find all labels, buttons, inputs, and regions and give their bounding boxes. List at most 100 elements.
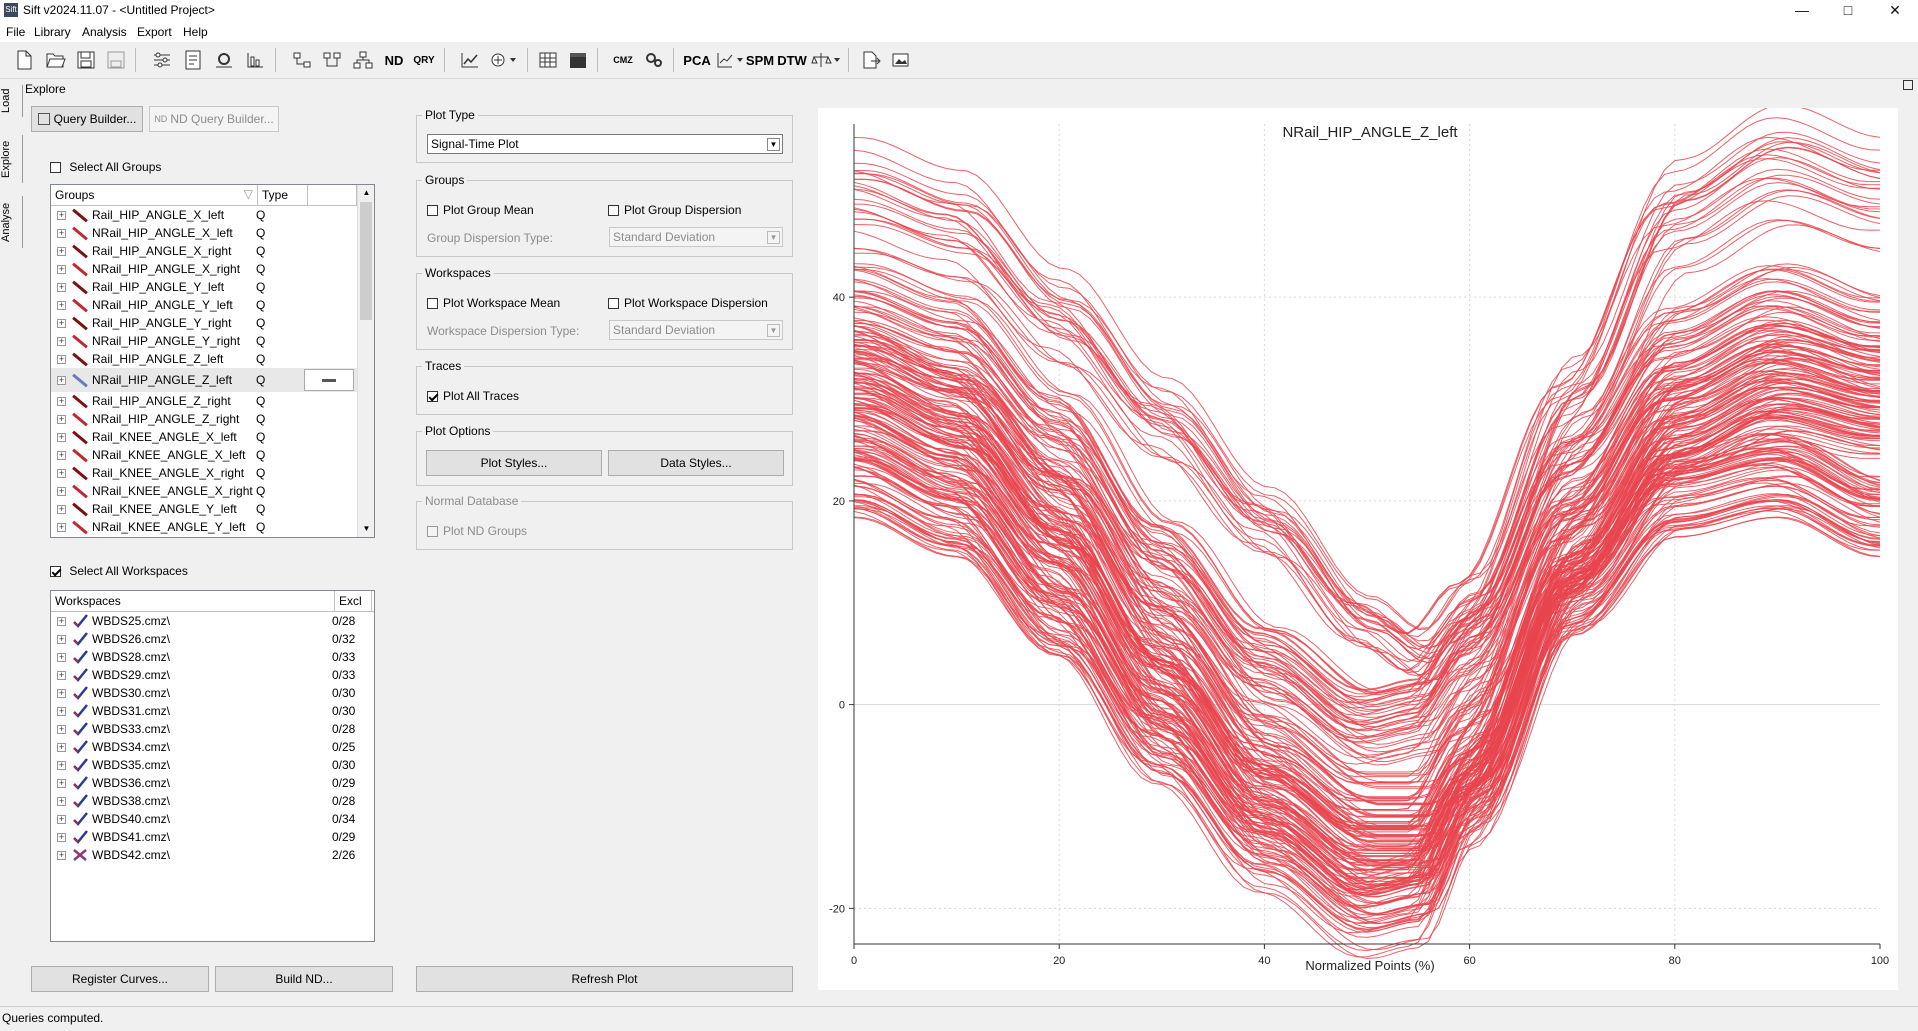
cmz-icon[interactable]: CMZ bbox=[611, 49, 635, 71]
tab-analyse[interactable]: Analyse bbox=[0, 196, 23, 248]
expand-icon[interactable]: + bbox=[57, 724, 66, 734]
scroll-up-icon[interactable]: ▲ bbox=[358, 185, 374, 201]
workspace-row[interactable]: + WBDS29.cmz\ 0/33 bbox=[51, 666, 374, 684]
maximize-button[interactable]: □ bbox=[1833, 1, 1863, 19]
expand-icon[interactable]: + bbox=[57, 228, 66, 238]
plot-workspace-dispersion[interactable]: Plot Workspace Dispersion bbox=[608, 296, 768, 310]
groups-column-header[interactable]: Groups ▽ bbox=[51, 185, 258, 205]
expand-icon[interactable]: + bbox=[57, 634, 66, 644]
group-row[interactable]: + Rail_HIP_ANGLE_Y_right Q bbox=[51, 314, 374, 332]
type-column-header[interactable]: Type bbox=[258, 185, 308, 205]
clapper-icon[interactable] bbox=[566, 49, 590, 71]
open-icon[interactable] bbox=[44, 49, 68, 71]
group-row[interactable]: + NRail_KNEE_ANGLE_X_left Q bbox=[51, 446, 374, 464]
expand-icon[interactable]: + bbox=[57, 796, 66, 806]
plot-workspace-dispersion-checkbox[interactable] bbox=[608, 298, 619, 310]
expand-icon[interactable]: + bbox=[57, 282, 66, 292]
nd-query-builder-button[interactable]: ND ND Query Builder... bbox=[149, 106, 279, 132]
balance-dropdown-icon[interactable] bbox=[810, 49, 842, 71]
report-icon[interactable] bbox=[181, 49, 205, 71]
menu-file[interactable]: File bbox=[6, 25, 25, 39]
circle-chart-dropdown-icon[interactable] bbox=[488, 49, 518, 71]
groups-scrollbar[interactable]: ▲ ▼ bbox=[357, 185, 374, 537]
query-builder-button[interactable]: Query Builder... bbox=[31, 106, 143, 132]
tab-explore[interactable]: Explore bbox=[0, 135, 23, 183]
menu-library[interactable]: Library bbox=[34, 25, 71, 39]
expand-icon[interactable]: + bbox=[57, 616, 66, 626]
pca-label[interactable]: PCA bbox=[683, 49, 710, 71]
qry-label[interactable]: QRY bbox=[412, 49, 436, 71]
group-row[interactable]: + Rail_HIP_ANGLE_X_left Q bbox=[51, 206, 374, 224]
workspace-row[interactable]: + WBDS35.cmz\ 0/30 bbox=[51, 756, 374, 774]
expand-icon[interactable]: + bbox=[57, 450, 66, 460]
nd-label[interactable]: ND bbox=[382, 49, 406, 71]
select-all-workspaces[interactable]: Select All Workspaces bbox=[50, 564, 188, 578]
expand-icon[interactable]: + bbox=[57, 486, 66, 496]
menu-export[interactable]: Export bbox=[137, 25, 172, 39]
expand-icon[interactable]: + bbox=[57, 778, 66, 788]
expand-icon[interactable]: + bbox=[57, 504, 66, 514]
undock-icon[interactable] bbox=[1903, 80, 1913, 90]
expand-icon[interactable]: + bbox=[57, 814, 66, 824]
expand-icon[interactable]: + bbox=[57, 522, 66, 532]
plot-group-dispersion[interactable]: Plot Group Dispersion bbox=[608, 203, 741, 217]
expand-icon[interactable]: + bbox=[57, 670, 66, 680]
expand-icon[interactable]: + bbox=[57, 264, 66, 274]
group-row[interactable]: + NRail_KNEE_ANGLE_Y_left Q bbox=[51, 518, 374, 536]
group-row[interactable]: + Rail_HIP_ANGLE_Z_right Q bbox=[51, 392, 374, 410]
plot-styles-button[interactable]: Plot Styles... bbox=[426, 450, 602, 476]
chart-box-icon[interactable] bbox=[243, 49, 267, 71]
build-nd-button[interactable]: Build ND... bbox=[215, 966, 393, 992]
group-row[interactable]: + NRail_HIP_ANGLE_Y_left Q bbox=[51, 296, 374, 314]
workspace-row[interactable]: + WBDS42.cmz\ 2/26 bbox=[51, 846, 374, 864]
expand-icon[interactable]: + bbox=[57, 300, 66, 310]
plot-group-mean-checkbox[interactable] bbox=[427, 205, 438, 217]
workspace-row[interactable]: + WBDS38.cmz\ 0/28 bbox=[51, 792, 374, 810]
matrix-icon[interactable] bbox=[536, 49, 560, 71]
close-button[interactable]: ✕ bbox=[1880, 1, 1910, 19]
gear-box-icon[interactable] bbox=[212, 49, 236, 71]
group-row[interactable]: + Rail_HIP_ANGLE_X_right Q bbox=[51, 242, 374, 260]
save-icon[interactable] bbox=[74, 49, 98, 71]
scroll-thumb[interactable] bbox=[360, 202, 372, 320]
plot-nd-groups[interactable]: Plot ND Groups bbox=[427, 524, 527, 538]
plot-all-traces-checkbox[interactable] bbox=[427, 391, 438, 403]
workspace-row[interactable]: + WBDS31.cmz\ 0/30 bbox=[51, 702, 374, 720]
workspace-row[interactable]: + WBDS26.cmz\ 0/32 bbox=[51, 630, 374, 648]
expand-icon[interactable]: + bbox=[57, 318, 66, 328]
plot-workspace-mean-checkbox[interactable] bbox=[427, 298, 438, 310]
image-export-icon[interactable] bbox=[890, 49, 914, 71]
expand-icon[interactable]: + bbox=[57, 688, 66, 698]
scroll-down-icon[interactable]: ▼ bbox=[358, 521, 374, 537]
group-style-swatch[interactable] bbox=[304, 369, 354, 391]
cog-cluster-icon[interactable] bbox=[642, 49, 666, 71]
line-chart-icon[interactable] bbox=[458, 49, 482, 71]
group-row[interactable]: + NRail_HIP_ANGLE_Y_right Q bbox=[51, 332, 374, 350]
expand-icon[interactable]: + bbox=[57, 706, 66, 716]
expand-icon[interactable]: + bbox=[57, 375, 66, 385]
group-row[interactable]: + Rail_HIP_ANGLE_Z_left Q bbox=[51, 350, 374, 368]
group-row[interactable]: + Rail_HIP_ANGLE_Y_left Q bbox=[51, 278, 374, 296]
refresh-plot-button[interactable]: Refresh Plot bbox=[416, 966, 793, 992]
new-icon[interactable] bbox=[12, 49, 36, 71]
expand-icon[interactable]: + bbox=[57, 336, 66, 346]
expand-icon[interactable]: + bbox=[57, 652, 66, 662]
workspace-row[interactable]: + WBDS25.cmz\ 0/28 bbox=[51, 612, 374, 630]
expand-icon[interactable]: + bbox=[57, 354, 66, 364]
group-row[interactable]: + NRail_HIP_ANGLE_X_left Q bbox=[51, 224, 374, 242]
register-curves-button[interactable]: Register Curves... bbox=[31, 966, 209, 992]
spm-label[interactable]: SPM bbox=[746, 49, 774, 71]
menu-help[interactable]: Help bbox=[183, 25, 208, 39]
signal-time-plot[interactable]: 0 20 40 60 80 100 -20 0 20 40 NRail_HIP_ANGLE_Z_l… bbox=[818, 104, 1898, 990]
workspace-row[interactable]: + WBDS34.cmz\ 0/25 bbox=[51, 738, 374, 756]
workspace-row[interactable]: + WBDS40.cmz\ 0/34 bbox=[51, 810, 374, 828]
workspaces-column-header[interactable]: Workspaces bbox=[51, 591, 335, 611]
group-tree-2-icon[interactable] bbox=[320, 49, 344, 71]
data-styles-button[interactable]: Data Styles... bbox=[608, 450, 784, 476]
export-icon[interactable] bbox=[860, 49, 884, 71]
workspace-dispersion-type-select[interactable]: Standard Deviation ▼ bbox=[609, 320, 783, 340]
group-row[interactable]: + NRail_HIP_ANGLE_Z_left Q bbox=[51, 368, 374, 392]
plot-all-traces[interactable]: Plot All Traces bbox=[427, 389, 519, 403]
plot-type-select[interactable]: Signal-Time Plot ▼ bbox=[427, 134, 783, 154]
select-all-workspaces-checkbox[interactable] bbox=[50, 566, 61, 578]
